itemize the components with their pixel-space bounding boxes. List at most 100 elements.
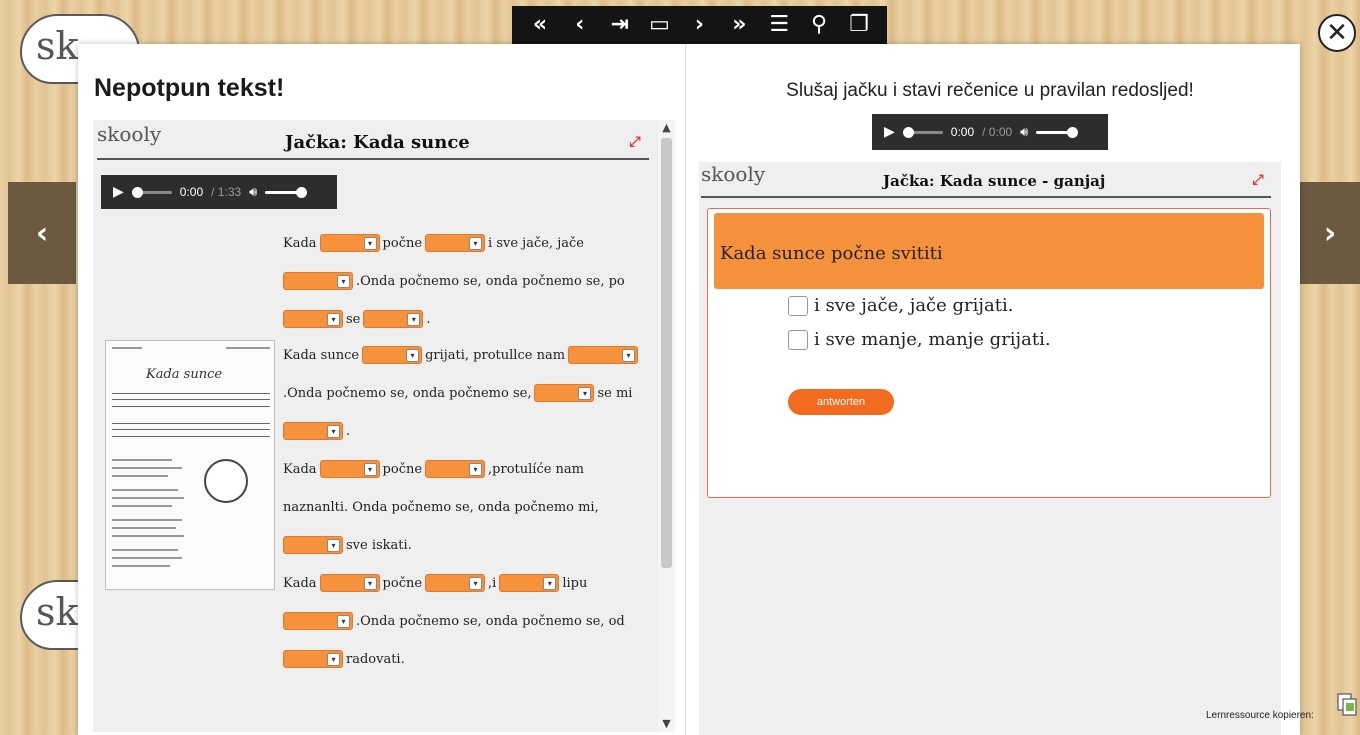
audio-time-total-right: / 0:00: [982, 125, 1013, 139]
app-logo-text: sk: [36, 24, 79, 68]
scrollbar[interactable]: ▲ ▼: [658, 120, 675, 732]
title-underline-right: [701, 196, 1271, 198]
sheet-title: Kada sunce: [146, 367, 223, 382]
lyric-text: lipu: [562, 575, 588, 591]
blank-dropdown[interactable]: ▾: [283, 272, 353, 290]
lyric-text: ,i: [488, 575, 497, 591]
right-activity-panel: skooly Jačka: Kada sunce - ganjaj ⤢ Kada…: [699, 162, 1281, 735]
lyric-text: .Onda počnemo se, onda počnemo se,: [283, 385, 532, 401]
blank-dropdown[interactable]: ▾: [283, 422, 343, 440]
bookmark-icon[interactable]: ▭: [643, 6, 677, 44]
volume-icon-right[interactable]: 🔊︎: [1020, 125, 1028, 140]
lyric-text: .Onda počnemo se, onda počnemo se, od: [356, 613, 625, 629]
blank-dropdown[interactable]: ▾: [283, 310, 343, 328]
volume-slider[interactable]: [265, 186, 308, 198]
next-page-button[interactable]: ›: [1296, 182, 1360, 284]
last-page-icon[interactable]: ⇥: [603, 6, 637, 44]
option-checkbox[interactable]: [788, 329, 808, 350]
windows-icon[interactable]: ❐: [842, 6, 876, 44]
scroll-up-icon[interactable]: ▲: [658, 120, 675, 136]
lyric-text: ,protulíće nam: [488, 461, 585, 477]
lyric-text: i sve jače, jače: [488, 235, 584, 251]
blank-dropdown[interactable]: ▾: [425, 574, 486, 592]
lyric-text: sve iskati.: [346, 537, 412, 553]
audio-player: ▶ 0:00 / 1:33 🔊︎: [101, 175, 337, 209]
audio-time-total: / 1:33: [211, 185, 242, 199]
modal-window: Nepotpun tekst! skooly Jačka: Kada sunce…: [78, 44, 1300, 735]
instruction-text: Slušaj jačku i stavi rečenice u pravilan…: [786, 80, 1194, 101]
title-underline: [97, 158, 649, 160]
blank-dropdown[interactable]: ▾: [534, 384, 595, 402]
blank-dropdown[interactable]: ▾: [283, 612, 353, 630]
skooly-logo: skooly: [97, 122, 162, 146]
close-icon[interactable]: ✕: [1318, 14, 1356, 52]
audio-time-current-right: 0:00: [950, 125, 975, 139]
option-checkbox[interactable]: [788, 295, 808, 316]
chevron-left-icon-large: ‹: [35, 215, 49, 251]
lyric-text: .: [426, 311, 431, 327]
scroll-down-icon[interactable]: ▼: [658, 716, 675, 732]
lyric-text: naznanlti. Onda počnemo se, onda počnemo…: [283, 499, 599, 515]
option-label: i sve manje, manje grijati.: [814, 329, 1051, 350]
expand-icon[interactable]: ⤢: [625, 132, 645, 152]
copy-resource-label: Lernressource kopieren:: [1206, 710, 1314, 721]
volume-slider-right[interactable]: [1036, 126, 1079, 138]
double-left-icon[interactable]: «: [523, 6, 557, 44]
audio-player-right: ▶ 0:00 / 0:00 🔊︎: [872, 114, 1108, 150]
activity-title: Jačka: Kada sunce: [285, 132, 470, 153]
lyric-text: počne: [382, 575, 423, 591]
lyric-text: Kada sunce: [283, 347, 360, 363]
lyric-text: grijati, protullce nam: [425, 347, 566, 363]
play-icon-right[interactable]: ▶: [884, 124, 895, 140]
lyric-text: .Onda počnemo se, onda počnemo se, po: [356, 273, 625, 289]
audio-progress-right[interactable]: [902, 126, 943, 138]
double-right-icon[interactable]: »: [722, 6, 756, 44]
blank-dropdown[interactable]: ▾: [319, 574, 380, 592]
lyric-text: počne: [382, 461, 423, 477]
blank-dropdown[interactable]: ▾: [425, 460, 486, 478]
audio-time-current: 0:00: [179, 185, 204, 199]
app-logo-text-bottom: sk: [36, 590, 79, 634]
lyric-text: se mi: [597, 385, 633, 401]
option-label: i sve jače, jače grijati.: [814, 295, 1014, 316]
scroll-thumb[interactable]: [661, 138, 672, 568]
volume-icon[interactable]: 🔊︎: [249, 185, 257, 200]
lyric-text: Kada: [283, 461, 317, 477]
chevron-left-icon[interactable]: ‹: [563, 6, 597, 44]
page-title: Nepotpun tekst!: [94, 74, 285, 102]
blank-dropdown[interactable]: ▾: [319, 234, 380, 252]
lyric-text: .: [346, 423, 351, 439]
lyric-text: Kada: [283, 235, 317, 251]
blank-dropdown[interactable]: ▾: [283, 536, 343, 554]
blank-dropdown[interactable]: ▾: [283, 650, 343, 668]
ordering-exercise: Kada sunce počne svititi i sve jače, jač…: [707, 208, 1271, 498]
copy-icon[interactable]: [1337, 693, 1357, 717]
lyric-text: radovati.: [346, 651, 405, 667]
left-activity-panel: skooly Jačka: Kada sunce ⤢ ▶ 0:00 / 1:33…: [93, 120, 675, 732]
exercise-header: Kada sunce počne svititi: [714, 213, 1264, 289]
lyric-text: Kada: [283, 575, 317, 591]
chevron-right-icon-large: ›: [1323, 215, 1337, 251]
blank-dropdown[interactable]: ▾: [362, 346, 423, 364]
activity-title-right: Jačka: Kada sunce - ganjaj: [883, 172, 1106, 190]
blank-dropdown[interactable]: ▾: [319, 460, 380, 478]
sun-illustration: [204, 459, 248, 503]
order-option[interactable]: i sve jače, jače grijati.: [788, 295, 1013, 316]
expand-icon-right[interactable]: ⤢: [1248, 170, 1268, 190]
prev-page-button[interactable]: ‹: [8, 182, 76, 284]
blank-dropdown[interactable]: ▾: [425, 234, 486, 252]
blank-dropdown[interactable]: ▾: [499, 574, 560, 592]
play-icon[interactable]: ▶: [113, 184, 124, 200]
order-option[interactable]: i sve manje, manje grijati.: [788, 329, 1051, 350]
audio-progress[interactable]: [131, 186, 172, 198]
list-icon[interactable]: ☰: [762, 6, 796, 44]
submit-button[interactable]: antworten: [788, 389, 894, 415]
exercise-header-text: Kada sunce počne svititi: [720, 243, 943, 264]
lyric-text: počne: [382, 235, 423, 251]
blank-dropdown[interactable]: ▾: [568, 346, 639, 364]
blank-dropdown[interactable]: ▾: [363, 310, 424, 328]
search-icon[interactable]: ⚲: [802, 6, 836, 44]
lyric-text: se: [346, 311, 361, 327]
sheet-music-image: Kada sunce: [105, 340, 275, 590]
chevron-right-icon[interactable]: ›: [682, 6, 716, 44]
